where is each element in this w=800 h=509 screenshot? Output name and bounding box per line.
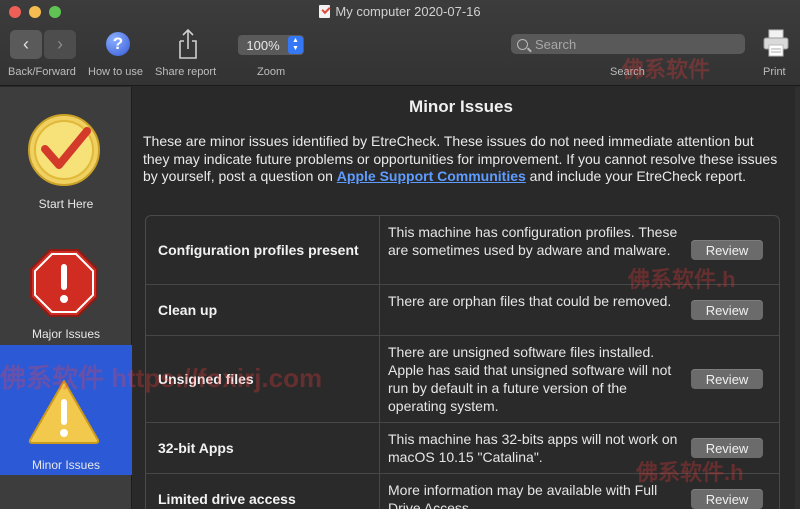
sidebar-item-major-issues[interactable]: Major Issues — [0, 215, 132, 345]
chevron-left-icon: ‹ — [23, 34, 29, 54]
sidebar-item-label: Start Here — [38, 197, 94, 211]
help-icon[interactable]: ? — [106, 32, 130, 56]
table-row: Configuration profiles present This mach… — [146, 216, 779, 285]
page-title: Minor Issues — [409, 97, 513, 116]
search-input[interactable] — [535, 36, 735, 52]
sidebar-item-minor-issues[interactable]: Minor Issues — [0, 345, 132, 475]
back-forward-control: ‹ › — [10, 30, 76, 59]
warning-triangle-icon — [28, 380, 100, 444]
print-label[interactable]: Print — [763, 66, 786, 78]
printer-icon[interactable] — [762, 28, 790, 58]
intro-text: These are minor issues identified by Etr… — [143, 133, 778, 184]
search-label: Search — [610, 66, 645, 78]
review-button[interactable]: Review — [691, 240, 763, 260]
zoom-label: Zoom — [257, 66, 286, 78]
scrollbar[interactable] — [795, 87, 800, 509]
issue-description: This machine has configuration profiles.… — [388, 224, 678, 258]
issue-title: Configuration profiles present — [158, 242, 359, 258]
forward-button[interactable]: › — [44, 30, 76, 59]
table-row: Clean up There are orphan files that cou… — [146, 285, 779, 336]
issue-title: Clean up — [158, 302, 218, 318]
how-to-use-label[interactable]: How to use — [88, 66, 143, 78]
issue-description: There are orphan files that could be rem… — [388, 293, 672, 309]
issue-description: This machine has 32-bits apps will not w… — [388, 431, 678, 465]
toolbar: My computer 2020-07-16 ‹ › Back/Forward … — [0, 0, 800, 86]
zoom-value: 100% — [246, 37, 280, 53]
sidebar-item-start-here[interactable]: Start Here — [0, 87, 132, 215]
table-row: Unsigned files There are unsigned softwa… — [146, 336, 779, 423]
main-content: Minor Issues These are minor issues iden… — [133, 87, 800, 509]
issue-description: More information may be available with F… — [388, 482, 658, 509]
issue-description: There are unsigned software files instal… — [388, 344, 672, 414]
share-icon[interactable] — [176, 28, 200, 60]
window-title: My computer 2020-07-16 — [0, 4, 800, 19]
issue-title: Limited drive access — [158, 491, 296, 507]
table-row: 32-bit Apps This machine has 32-bits app… — [146, 423, 779, 474]
apple-support-communities-link[interactable]: Apple Support Communities — [337, 168, 526, 184]
sidebar-item-label: Minor Issues — [31, 458, 101, 472]
review-button[interactable]: Review — [691, 489, 763, 509]
zoom-control[interactable]: 100% ▲ ▼ — [238, 35, 304, 55]
issue-title: Unsigned files — [158, 371, 254, 387]
review-button[interactable]: Review — [691, 438, 763, 458]
review-button[interactable]: Review — [691, 300, 763, 320]
checkmark-badge-icon — [28, 114, 100, 186]
search-icon — [517, 38, 528, 50]
zoom-stepper[interactable]: ▲ ▼ — [288, 36, 303, 54]
sidebar: Start Here Major Issues Minor Issues — [0, 87, 132, 509]
issues-table: Configuration profiles present This mach… — [145, 215, 780, 509]
table-row: Limited drive access More information ma… — [146, 474, 779, 509]
chevron-right-icon: › — [57, 34, 63, 54]
issue-title: 32-bit Apps — [158, 440, 234, 456]
stop-sign-icon — [30, 249, 98, 317]
back-forward-label: Back/Forward — [8, 66, 76, 78]
document-icon — [319, 5, 331, 18]
search-field[interactable] — [511, 34, 745, 54]
share-report-label[interactable]: Share report — [155, 66, 216, 78]
back-button[interactable]: ‹ — [10, 30, 42, 59]
sidebar-item-label: Major Issues — [31, 327, 101, 341]
review-button[interactable]: Review — [691, 369, 763, 389]
